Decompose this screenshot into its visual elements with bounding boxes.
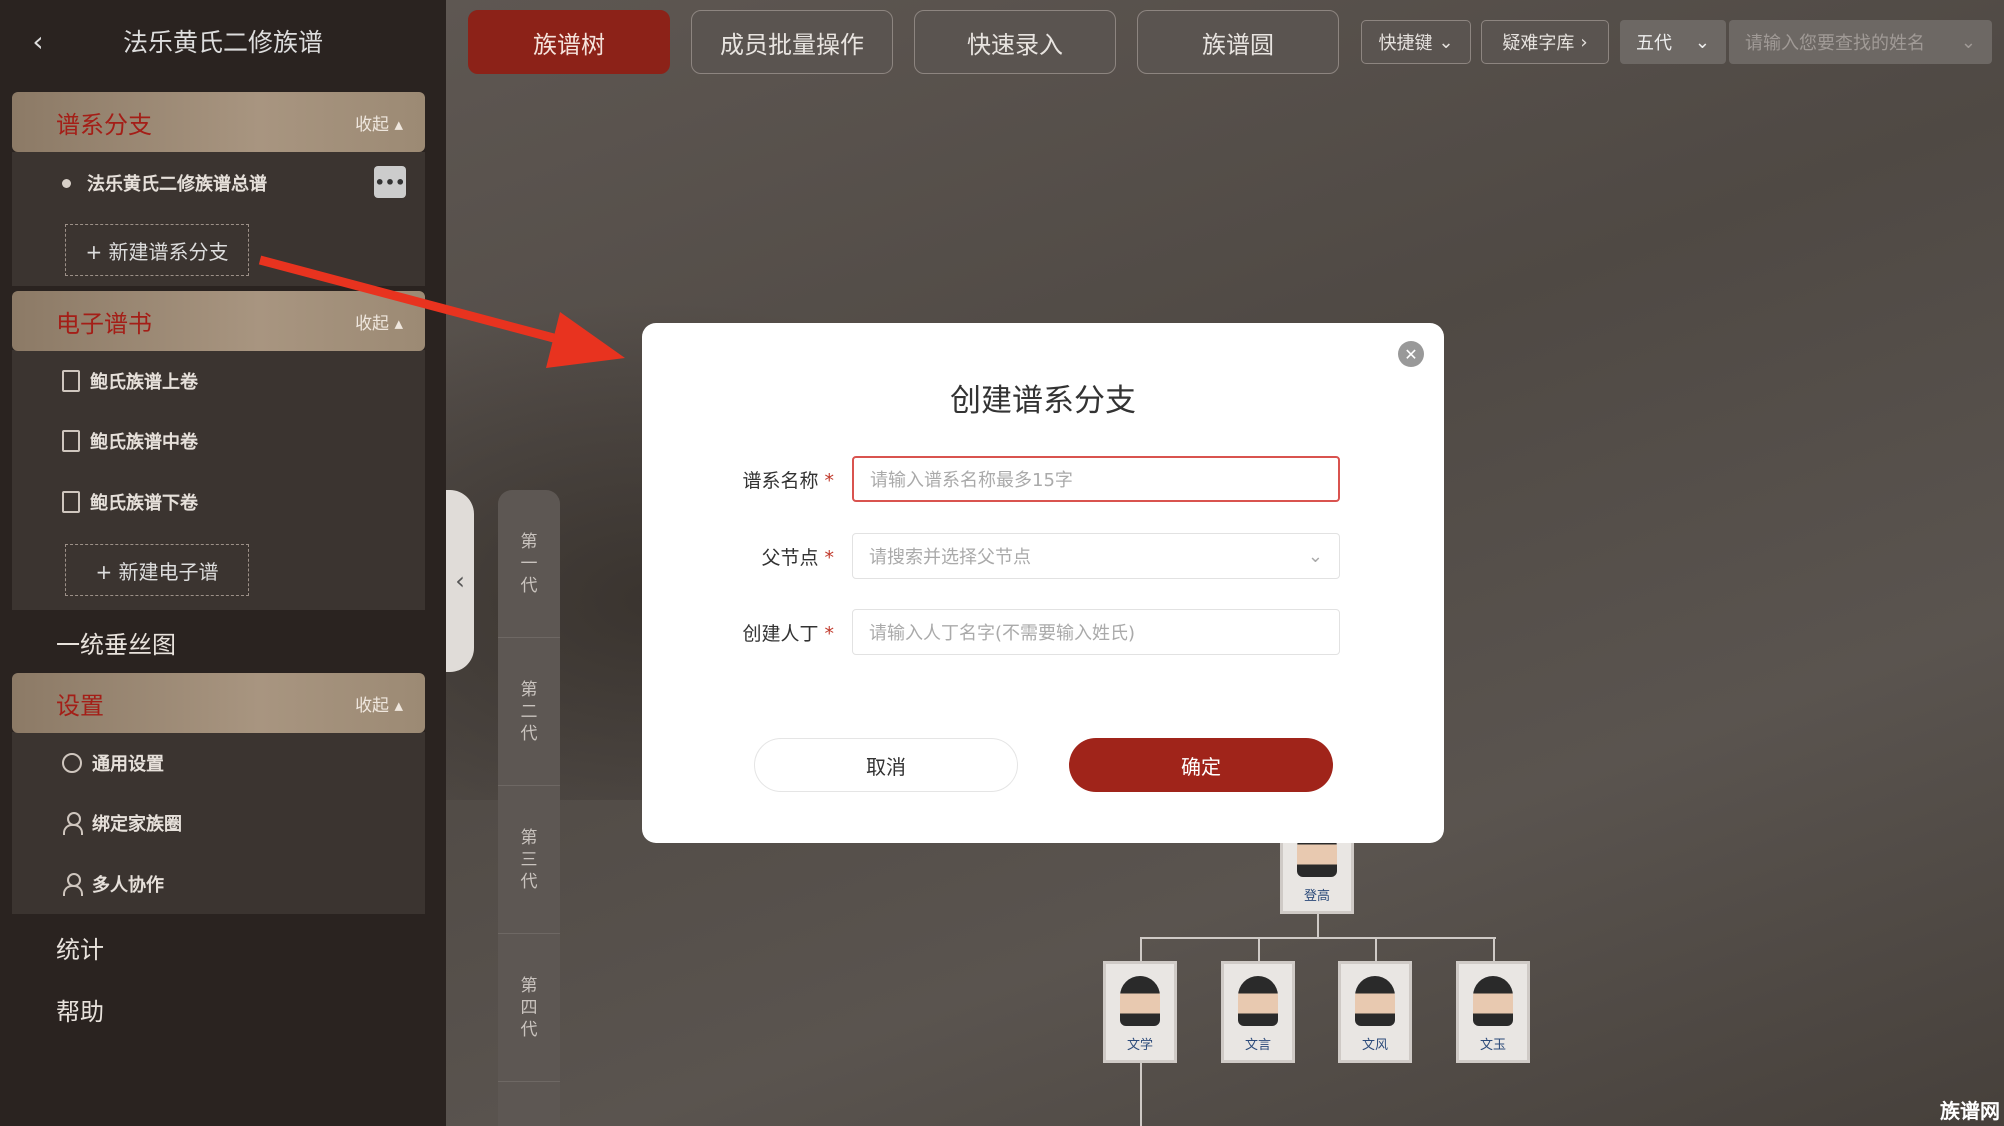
document-icon	[62, 370, 80, 392]
parent-node-select[interactable]: 请搜索并选择父节点 ⌄	[852, 533, 1340, 579]
site-watermark: 族谱网	[1940, 1099, 2000, 1123]
avatar	[1238, 976, 1278, 1026]
new-branch-button[interactable]: + 新建谱系分支	[65, 224, 249, 276]
gear-icon	[62, 753, 82, 773]
tab-family-circle[interactable]: 族谱圆	[1137, 10, 1339, 74]
user-link-icon	[62, 812, 83, 835]
rare-chars-button[interactable]: 疑难字库 ›	[1481, 20, 1609, 64]
collapse-toggle[interactable]: 收起 ▴	[355, 110, 403, 135]
generation-select[interactable]: 五代 ⌄	[1620, 20, 1726, 64]
member-card[interactable]: 文言	[1221, 961, 1295, 1063]
rare-chars-label: 疑难字库	[1502, 33, 1575, 54]
member-name: 文风	[1361, 1038, 1388, 1053]
document-icon	[62, 430, 80, 452]
member-name: 文玉	[1479, 1038, 1506, 1053]
tree-connector	[1258, 937, 1260, 963]
branch-item-main[interactable]: 法乐黄氏二修族谱总谱	[44, 163, 267, 203]
settings-item-general[interactable]: 通用设置	[62, 743, 164, 783]
generation-label: 第二代	[498, 638, 560, 786]
creator-name-input[interactable]: 请输入人丁名字(不需要输入姓氏)	[852, 609, 1340, 655]
document-icon	[62, 491, 80, 513]
generation-label: 第一代	[498, 490, 560, 638]
dialog-title: 创建谱系分支	[950, 383, 1136, 419]
generation-rail: 第一代 第二代 第三代 第四代	[498, 490, 560, 1126]
field-label: 谱系名称 *	[742, 470, 834, 492]
section-header-settings[interactable]: 设置 收起 ▴	[12, 673, 425, 733]
member-name: 文学	[1126, 1038, 1153, 1053]
section-header-branches[interactable]: 谱系分支 收起 ▴	[12, 92, 425, 152]
member-card[interactable]: 文玉	[1456, 961, 1530, 1063]
tree-connector	[1140, 1063, 1142, 1126]
section-title: 设置	[56, 691, 104, 720]
cancel-button[interactable]: 取消	[754, 738, 1018, 792]
field-branch-name: 谱系名称 * 请输入谱系名称最多15字	[642, 456, 1444, 502]
chevron-down-icon: ⌄	[1438, 31, 1454, 53]
close-icon[interactable]: ✕	[1398, 341, 1424, 367]
create-branch-dialog: ✕ 创建谱系分支 谱系名称 * 请输入谱系名称最多15字 父节点 * 请搜索并选择父…	[642, 323, 1444, 843]
chevron-down-icon: ⌄	[1960, 31, 1976, 53]
avatar	[1473, 976, 1513, 1026]
field-label: 创建人丁 *	[742, 623, 834, 645]
member-card[interactable]: 文风	[1338, 961, 1412, 1063]
chevron-right-icon: ›	[1580, 31, 1588, 53]
tree-connector	[1375, 937, 1377, 963]
input-placeholder: 请搜索并选择父节点	[869, 547, 1031, 568]
help-link[interactable]: 帮助	[56, 992, 104, 1027]
input-placeholder: 请输入谱系名称最多15字	[870, 470, 1073, 491]
avatar	[1355, 976, 1395, 1026]
search-placeholder: 请输入您要查找的姓名	[1745, 33, 1925, 54]
bullet-icon	[62, 178, 71, 188]
member-card[interactable]: 文学	[1103, 961, 1177, 1063]
book-label: 鲍氏族谱下卷	[90, 493, 198, 514]
collapse-toggle[interactable]: 收起 ▴	[355, 691, 403, 716]
sidebar: ‹ 法乐黄氏二修族谱 谱系分支 收起 ▴ 法乐黄氏二修族谱总谱 ••• + 新建…	[0, 0, 446, 1126]
stats-link[interactable]: 统计	[56, 930, 104, 965]
book-label: 鲍氏族谱中卷	[90, 432, 198, 453]
settings-item-bind-family[interactable]: 绑定家族圈	[62, 803, 182, 843]
book-label: 鲍氏族谱上卷	[90, 372, 198, 393]
field-label: 父节点 *	[761, 547, 834, 569]
settings-label: 多人协作	[92, 875, 164, 896]
generation-value: 五代	[1636, 33, 1672, 54]
book-item[interactable]: 鲍氏族谱中卷	[62, 421, 198, 461]
settings-label: 通用设置	[92, 754, 164, 775]
new-book-button[interactable]: + 新建电子谱	[65, 544, 249, 596]
avatar	[1120, 976, 1160, 1026]
section-title: 电子谱书	[56, 309, 152, 338]
user-add-icon	[62, 873, 83, 896]
settings-label: 绑定家族圈	[92, 814, 182, 835]
tab-batch-operations[interactable]: 成员批量操作	[691, 10, 893, 74]
chevron-down-icon: ⌄	[1307, 545, 1323, 567]
field-creator: 创建人丁 * 请输入人丁名字(不需要输入姓氏)	[642, 609, 1444, 655]
shortcut-label: 快捷键	[1378, 33, 1433, 54]
tree-connector	[1140, 937, 1142, 963]
settings-item-collaboration[interactable]: 多人协作	[62, 864, 164, 904]
book-item[interactable]: 鲍氏族谱下卷	[62, 482, 198, 522]
tree-connector	[1317, 913, 1319, 939]
tree-connector	[1493, 937, 1495, 963]
generation-label: 第三代	[498, 786, 560, 934]
member-name: 文言	[1244, 1038, 1271, 1053]
branch-item-label: 法乐黄氏二修族谱总谱	[87, 174, 267, 195]
input-placeholder: 请输入人丁名字(不需要输入姓氏)	[869, 623, 1136, 644]
tree-connector	[1140, 937, 1496, 939]
collapse-rail-icon[interactable]: ‹	[446, 490, 474, 672]
chevron-down-icon: ⌄	[1694, 31, 1710, 53]
section-title: 谱系分支	[56, 110, 152, 139]
field-parent-node: 父节点 * 请搜索并选择父节点 ⌄	[642, 533, 1444, 579]
sidebar-title: 法乐黄氏二修族谱	[122, 28, 323, 57]
name-search-input[interactable]: 请输入您要查找的姓名 ⌄	[1729, 20, 1992, 64]
member-name: 登高	[1303, 889, 1330, 904]
book-item[interactable]: 鲍氏族谱上卷	[62, 361, 198, 401]
tab-quick-entry[interactable]: 快速录入	[914, 10, 1116, 74]
tab-family-tree[interactable]: 族谱树	[468, 10, 670, 74]
more-options-icon[interactable]: •••	[374, 166, 406, 198]
confirm-button[interactable]: 确定	[1069, 738, 1333, 792]
unified-chart-link[interactable]: 一统垂丝图	[56, 625, 176, 660]
generation-label: 第四代	[498, 934, 560, 1082]
shortcut-button[interactable]: 快捷键 ⌄	[1361, 20, 1471, 64]
branch-name-input[interactable]: 请输入谱系名称最多15字	[852, 456, 1340, 502]
arrow-annotation-icon	[258, 255, 625, 368]
